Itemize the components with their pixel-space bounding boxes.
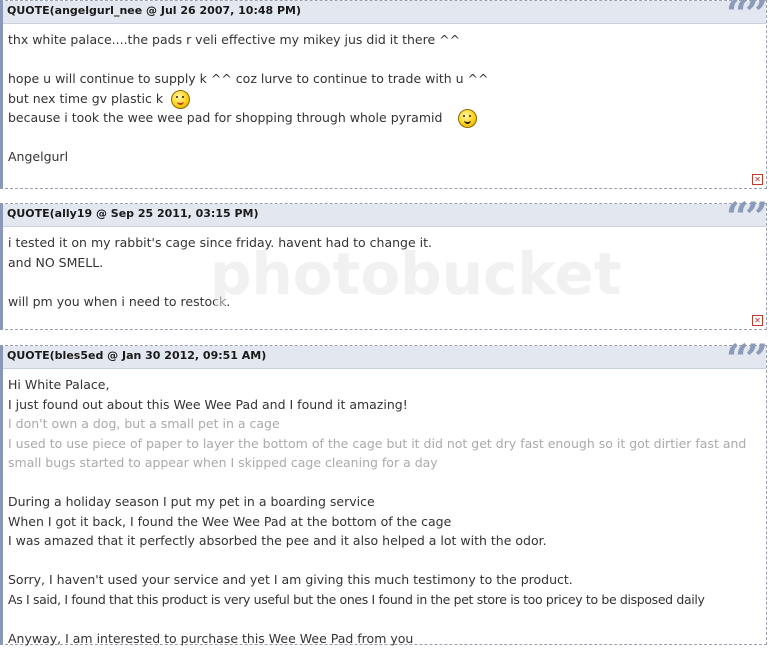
quote-header: QUOTE(angelgurl_nee @ Jul 26 2007, 10:48… (3, 1, 766, 24)
quote-line: thx white palace....the pads r veli effe… (8, 30, 760, 50)
blank-line (8, 609, 760, 629)
report-icon[interactable]: ✕ (752, 315, 763, 326)
quote-line: Sorry, I haven't used your service and y… (8, 570, 760, 590)
quote-line: i tested it on my rabbit's cage since fr… (8, 233, 760, 253)
blank-line (8, 551, 760, 571)
quote-line: Hi White Palace, (8, 375, 760, 395)
blank-line (8, 50, 760, 70)
blank-line (8, 272, 760, 292)
quote-line: I was amazed that it perfectly absorbed … (8, 531, 760, 551)
quote-line: Angelgurl (8, 147, 760, 167)
quote-line: I just found out about this Wee Wee Pad … (8, 395, 760, 415)
quote-block-ally19: QUOTE(ally19 @ Sep 25 2011, 03:15 PM) “”… (0, 203, 767, 330)
quote-line: During a holiday season I put my pet in … (8, 492, 760, 512)
quote-line-with-smiley: but nex time gv plastic k (8, 89, 760, 109)
quote-line-with-smiley: because i took the wee wee pad for shopp… (8, 108, 760, 128)
quote-line-text: because i took the wee wee pad for shopp… (8, 110, 442, 125)
quote-title: QUOTE(ally19 @ Sep 25 2011, 03:15 PM) (7, 207, 259, 220)
quote-line: When I got it back, I found the Wee Wee … (8, 512, 760, 532)
quote-marks-icon: “” (726, 340, 764, 380)
quote-body: Hi White Palace, I just found out about … (3, 369, 766, 648)
blank-line (8, 473, 760, 493)
quote-marks-icon: “” (726, 198, 764, 238)
quote-block-bles5ed: QUOTE(bles5ed @ Jan 30 2012, 09:51 AM) “… (0, 345, 767, 645)
quote-line: As I said, I found that this product is … (8, 590, 760, 610)
quote-line: hope u will continue to supply k ^^ coz … (8, 69, 760, 89)
quote-marks-icon: “” (726, 0, 764, 35)
quote-line-text: but nex time gv plastic k (8, 91, 163, 106)
quote-block-angelgurl: QUOTE(angelgurl_nee @ Jul 26 2007, 10:48… (0, 0, 767, 189)
quote-body: i tested it on my rabbit's cage since fr… (3, 227, 766, 311)
quote-header: QUOTE(bles5ed @ Jan 30 2012, 09:51 AM) “… (3, 346, 766, 369)
tongue-smiley-icon (171, 90, 190, 109)
quote-body: thx white palace....the pads r veli effe… (3, 24, 766, 167)
quote-line: will pm you when i need to restock. (8, 292, 760, 312)
quote-title: QUOTE(bles5ed @ Jan 30 2012, 09:51 AM) (7, 349, 266, 362)
smiley-icon (458, 109, 477, 128)
blank-line (8, 128, 760, 148)
quote-line: I used to use piece of paper to layer th… (8, 434, 760, 473)
quote-line: and NO SMELL. (8, 253, 760, 273)
quote-line: Anyway, I am interested to purchase this… (8, 629, 760, 648)
quote-title: QUOTE(angelgurl_nee @ Jul 26 2007, 10:48… (7, 4, 301, 17)
report-icon[interactable]: ✕ (752, 174, 763, 185)
quote-line: I don't own a dog, but a small pet in a … (8, 414, 760, 434)
quote-header: QUOTE(ally19 @ Sep 25 2011, 03:15 PM) “” (3, 204, 766, 227)
